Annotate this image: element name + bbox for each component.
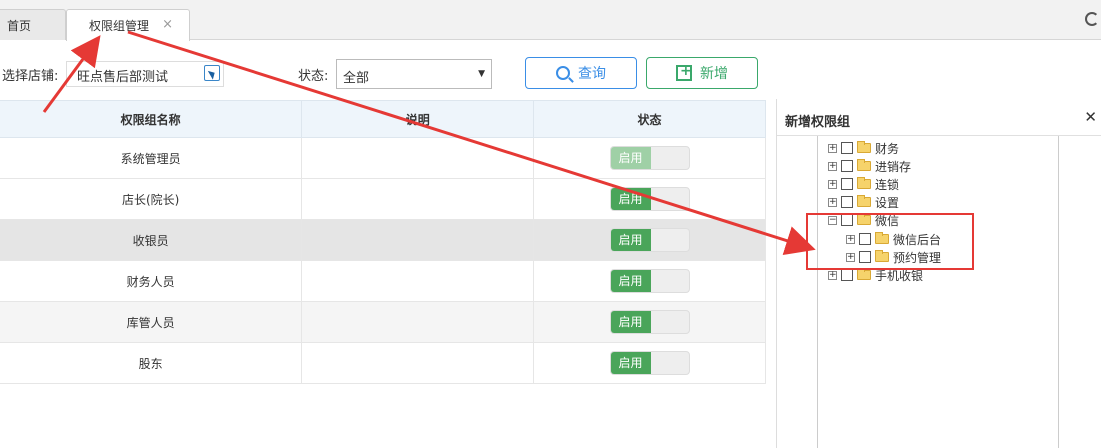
add-button-label: 新增 xyxy=(700,66,728,82)
status-toggle[interactable]: 启用 xyxy=(609,269,690,293)
row-description xyxy=(301,178,535,220)
folder-icon xyxy=(857,268,871,280)
row-name: 股东 xyxy=(0,342,303,384)
tab-permission-group-label: 权限组管理 xyxy=(89,19,150,33)
column-header-status: 状态 xyxy=(533,100,766,138)
status-toggle[interactable]: 启用 xyxy=(609,310,690,334)
close-icon[interactable]: ✕ xyxy=(1084,108,1097,126)
status-toggle[interactable]: 启用 xyxy=(609,187,690,211)
status-toggle[interactable]: 启用 xyxy=(609,228,690,252)
tab-permission-group[interactable]: 权限组管理 × xyxy=(66,9,190,41)
add-icon xyxy=(676,63,692,81)
chevron-down-icon: ▼ xyxy=(478,69,485,79)
tree-node-label: 进销存 xyxy=(875,159,912,174)
status-toggle[interactable]: 启用 xyxy=(609,351,690,375)
search-icon xyxy=(556,66,570,80)
store-label: 选择店铺: xyxy=(2,69,59,84)
status-toggle-label: 启用 xyxy=(610,147,651,169)
row-description xyxy=(301,260,535,302)
expand-icon[interactable]: + xyxy=(828,197,837,207)
close-icon[interactable]: × xyxy=(162,17,173,32)
status-toggle[interactable]: 启用 xyxy=(609,146,690,170)
status-select-value: 全部 xyxy=(343,71,370,86)
tree-checkbox[interactable] xyxy=(841,142,853,154)
tree-node[interactable]: + 设置 xyxy=(828,193,899,211)
tree-node[interactable]: + 财务 xyxy=(828,139,899,157)
status-toggle-label: 启用 xyxy=(610,270,651,292)
status-toggle-label: 启用 xyxy=(610,311,651,333)
select-store-icon[interactable] xyxy=(204,65,220,81)
tree-checkbox[interactable] xyxy=(841,160,853,172)
row-name: 库管人员 xyxy=(0,301,303,343)
tree-checkbox[interactable] xyxy=(841,196,853,208)
tree-node-label: 财务 xyxy=(875,141,900,156)
tree-node[interactable]: + 进销存 xyxy=(828,157,911,175)
expand-icon[interactable]: + xyxy=(828,161,837,171)
tab-home[interactable]: 首页 xyxy=(0,9,66,40)
tab-bar: 首页 权限组管理 × xyxy=(0,0,1101,41)
permission-group-table: 权限组名称 说明 状态 系统管理员 启用 店长(院长) 启用 收银员 启用 财务… xyxy=(0,100,766,384)
row-name: 收银员 xyxy=(0,219,303,261)
expand-icon[interactable]: + xyxy=(828,179,837,189)
table-row[interactable]: 库管人员 启用 xyxy=(0,301,766,343)
tree-node-label: 连锁 xyxy=(875,177,900,192)
query-button-label: 查询 xyxy=(578,66,606,82)
folder-icon xyxy=(857,159,871,171)
status-toggle-label: 启用 xyxy=(610,188,651,210)
column-header-name: 权限组名称 xyxy=(0,100,303,138)
status-select[interactable]: 全部 ▼ xyxy=(336,59,492,89)
query-button[interactable]: 查询 xyxy=(525,57,637,89)
folder-icon xyxy=(857,141,871,153)
tree-checkbox[interactable] xyxy=(841,269,853,281)
add-permission-group-panel: 新增权限组 ✕ + 财务 + 进销存 + 连锁 + 设置 − 微信 + 微信后台 + 预约管理… xyxy=(776,99,1101,448)
table-row[interactable]: 店长(院长) 启用 xyxy=(0,178,766,220)
folder-icon xyxy=(857,195,871,207)
tree-node-label: 设置 xyxy=(875,195,900,210)
row-name: 系统管理员 xyxy=(0,137,303,179)
panel-title: 新增权限组 xyxy=(777,99,1101,136)
row-description xyxy=(301,219,535,261)
row-description xyxy=(301,301,535,343)
table-row[interactable]: 系统管理员 启用 xyxy=(0,137,766,179)
column-header-description: 说明 xyxy=(301,100,535,138)
row-description xyxy=(301,137,535,179)
store-input[interactable]: 旺点售后部测试 xyxy=(66,61,224,87)
annotation-highlight-box xyxy=(806,213,974,270)
tab-home-label: 首页 xyxy=(7,18,32,33)
table-row[interactable]: 股东 启用 xyxy=(0,342,766,384)
tree-checkbox[interactable] xyxy=(841,178,853,190)
folder-icon xyxy=(857,177,871,189)
refresh-icon[interactable] xyxy=(1085,12,1099,26)
row-name: 店长(院长) xyxy=(0,178,303,220)
expand-icon[interactable]: + xyxy=(828,143,837,153)
row-description xyxy=(301,342,535,384)
table-row[interactable]: 收银员 启用 xyxy=(0,219,766,261)
filter-bar: 选择店铺: 旺点售后部测试 状态: 全部 ▼ 查询 新增 xyxy=(0,55,1101,91)
permission-tree: + 财务 + 进销存 + 连锁 + 设置 − 微信 + 微信后台 + 预约管理 + 手机收银 xyxy=(817,136,1059,448)
status-toggle-label: 启用 xyxy=(610,229,651,251)
status-label: 状态: xyxy=(298,69,329,84)
status-toggle-label: 启用 xyxy=(610,352,651,374)
table-row[interactable]: 财务人员 启用 xyxy=(0,260,766,302)
add-button[interactable]: 新增 xyxy=(646,57,758,89)
tree-node[interactable]: + 连锁 xyxy=(828,175,899,193)
row-name: 财务人员 xyxy=(0,260,303,302)
expand-icon[interactable]: + xyxy=(828,270,837,280)
